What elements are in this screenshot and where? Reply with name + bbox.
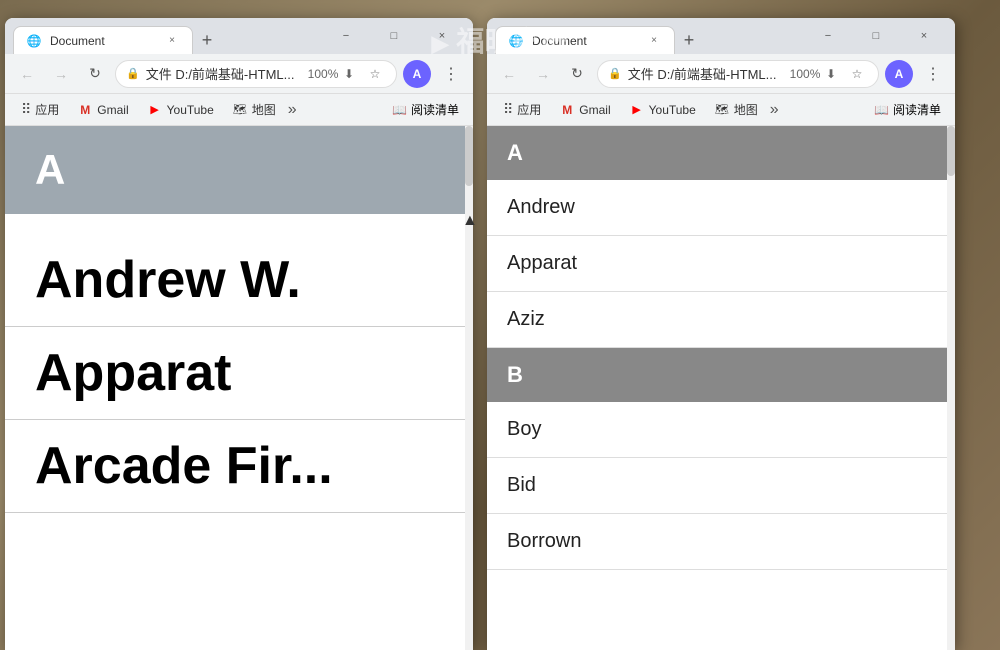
right-url-text: 文件 D:/前端基础-HTML...: [628, 64, 788, 83]
left-titlebar: 🌐 Document × + − □ ×: [5, 18, 473, 54]
right-bm-apps[interactable]: ⠿ 应用: [495, 98, 549, 122]
left-gmail-icon: M: [77, 102, 93, 118]
left-bm-youtube[interactable]: ▶ YouTube: [139, 98, 222, 122]
right-entry-borrown: Borrown: [487, 514, 955, 570]
left-reading-icon: 📖: [392, 103, 407, 117]
left-url-text: 文件 D:/前端基础-HTML...: [146, 64, 306, 83]
right-scrollbar-track[interactable]: [947, 126, 955, 650]
left-new-tab-btn[interactable]: +: [193, 26, 221, 54]
left-scrollbar-track[interactable]: [465, 126, 473, 650]
right-entry-bid: Bid: [487, 458, 955, 514]
left-win-controls: − □ ×: [323, 18, 465, 54]
right-minimize-btn[interactable]: −: [805, 18, 851, 54]
right-entry-boy: Boy: [487, 402, 955, 458]
right-entry-aziz: Aziz: [487, 292, 955, 348]
right-entry-apparat: Apparat: [487, 236, 955, 292]
right-new-tab-btn[interactable]: +: [675, 26, 703, 54]
left-reading-label: 阅读清单: [411, 101, 459, 118]
left-browser-window: 🌐 Document × + − □ × ← → ↻ 🔒 文件 D:/前端基础-…: [5, 18, 473, 650]
right-back-btn[interactable]: ←: [495, 60, 523, 88]
left-active-tab[interactable]: 🌐 Document ×: [13, 26, 193, 54]
right-lock-icon: 🔒: [608, 67, 622, 80]
left-bookmarks-bar: ⠿ 应用 M Gmail ▶ YouTube 🗺 地图 » 📖 阅读清单: [5, 94, 473, 126]
left-profile-btn[interactable]: A: [403, 60, 431, 88]
right-close-btn[interactable]: ×: [901, 18, 947, 54]
left-minimize-btn[interactable]: −: [323, 18, 369, 54]
right-bm-youtube[interactable]: ▶ YouTube: [621, 98, 704, 122]
right-reading-icon: 📖: [874, 103, 889, 117]
left-lock-icon: 🔒: [126, 67, 140, 80]
right-toolbar: ← → ↻ 🔒 文件 D:/前端基础-HTML... 100% ⬇ ☆ A ⋮: [487, 54, 955, 94]
right-youtube-icon: ▶: [629, 102, 645, 118]
right-entry-andrew: Andrew: [487, 180, 955, 236]
right-bm-more[interactable]: »: [770, 101, 779, 119]
left-youtube-icon: ▶: [147, 102, 163, 118]
right-download-btn[interactable]: ⬇: [820, 63, 842, 85]
right-page-content[interactable]: A Andrew Apparat Aziz B Boy Bid Borrown: [487, 126, 955, 650]
right-profile-btn[interactable]: A: [885, 60, 913, 88]
left-toolbar: ← → ↻ 🔒 文件 D:/前端基础-HTML... 100% ⬇ ☆ A ⋮: [5, 54, 473, 94]
left-zoom-btn[interactable]: 100%: [312, 63, 334, 85]
left-bm-apps-label: 应用: [35, 101, 59, 118]
left-close-btn[interactable]: ×: [419, 18, 465, 54]
left-address-actions: 100% ⬇ ☆: [312, 63, 386, 85]
left-bookmark-btn[interactable]: ☆: [364, 63, 386, 85]
left-section-header-a: A: [5, 126, 473, 214]
right-bookmarks-bar: ⠿ 应用 M Gmail ▶ YouTube 🗺 地图 » 📖 阅读清单: [487, 94, 955, 126]
left-bm-apps[interactable]: ⠿ 应用: [13, 98, 67, 122]
left-entry-arcade: Arcade Fir...: [5, 420, 473, 513]
left-page-content[interactable]: A Andrew W. Apparat Arcade Fir...: [5, 126, 473, 650]
right-browser-window: 🌐 Document × + − □ × ← → ↻ 🔒 文件 D:/前端基础-…: [487, 18, 955, 650]
right-titlebar: 🌐 Document × + − □ ×: [487, 18, 955, 54]
right-tab-favicon: 🌐: [508, 33, 524, 49]
right-bookmark-btn[interactable]: ☆: [846, 63, 868, 85]
right-bm-apps-label: 应用: [517, 101, 541, 118]
left-download-btn[interactable]: ⬇: [338, 63, 360, 85]
left-reading-list[interactable]: 📖 阅读清单: [386, 101, 465, 118]
right-win-controls: − □ ×: [805, 18, 947, 54]
left-scrollbar-thumb[interactable]: [465, 126, 473, 186]
left-entry-apparat: Apparat: [5, 327, 473, 420]
left-tab-favicon: 🌐: [26, 33, 42, 49]
right-tab-close[interactable]: ×: [646, 33, 662, 49]
left-entry-andrew: Andrew W.: [5, 234, 473, 327]
left-address-bar[interactable]: 🔒 文件 D:/前端基础-HTML... 100% ⬇ ☆: [115, 60, 397, 88]
right-address-bar[interactable]: 🔒 文件 D:/前端基础-HTML... 100% ⬇ ☆: [597, 60, 879, 88]
right-gmail-icon: M: [559, 102, 575, 118]
left-tab-close[interactable]: ×: [164, 33, 180, 49]
left-bm-maps[interactable]: 🗺 地图: [224, 98, 284, 122]
left-reload-btn[interactable]: ↻: [81, 60, 109, 88]
right-reading-list[interactable]: 📖 阅读清单: [868, 101, 947, 118]
left-tab-title: Document: [50, 34, 156, 48]
left-back-btn[interactable]: ←: [13, 60, 41, 88]
left-maximize-btn[interactable]: □: [371, 18, 417, 54]
left-bm-gmail[interactable]: M Gmail: [69, 98, 136, 122]
right-bm-gmail[interactable]: M Gmail: [551, 98, 618, 122]
left-forward-btn[interactable]: →: [47, 60, 75, 88]
right-scrollbar-thumb[interactable]: [947, 126, 955, 176]
left-bm-more[interactable]: »: [288, 101, 297, 119]
right-maps-icon: 🗺: [714, 102, 730, 118]
right-address-actions: 100% ⬇ ☆: [794, 63, 868, 85]
right-active-tab[interactable]: 🌐 Document ×: [495, 26, 675, 54]
left-tab-bar: 🌐 Document × +: [13, 18, 319, 54]
right-section-header-a: A: [487, 126, 955, 180]
right-forward-btn[interactable]: →: [529, 60, 557, 88]
right-maximize-btn[interactable]: □: [853, 18, 899, 54]
right-tab-title: Document: [532, 34, 638, 48]
left-maps-icon: 🗺: [232, 102, 248, 118]
right-reload-btn[interactable]: ↻: [563, 60, 591, 88]
right-zoom-btn[interactable]: 100%: [794, 63, 816, 85]
left-menu-btn[interactable]: ⋮: [437, 60, 465, 88]
right-menu-btn[interactable]: ⋮: [919, 60, 947, 88]
right-reading-label: 阅读清单: [893, 101, 941, 118]
right-tab-bar: 🌐 Document × +: [495, 18, 801, 54]
right-bm-maps[interactable]: 🗺 地图: [706, 98, 766, 122]
right-section-header-b: B: [487, 348, 955, 402]
